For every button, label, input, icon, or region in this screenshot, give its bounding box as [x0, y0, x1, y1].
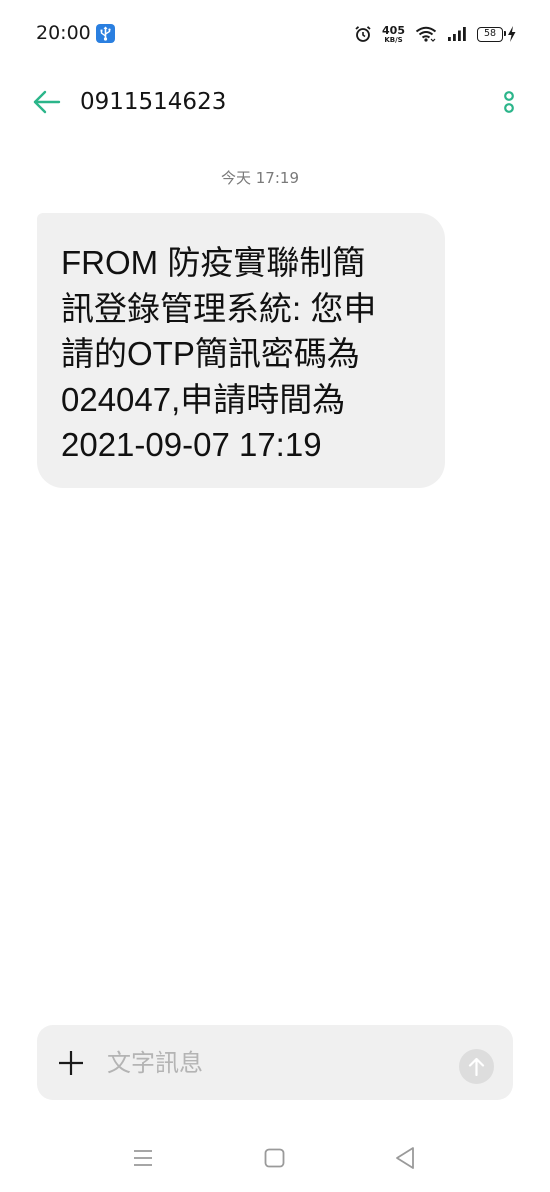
- more-options-button[interactable]: [498, 90, 520, 116]
- home-square-icon: [264, 1148, 285, 1168]
- navigation-bar: [0, 1140, 550, 1180]
- message-composer: [37, 1025, 513, 1100]
- cellular-signal-icon: [448, 27, 466, 41]
- status-time: 20:00: [36, 22, 91, 44]
- conversation-header: 0911514623: [0, 78, 550, 128]
- nav-menu-button[interactable]: [133, 1149, 153, 1171]
- back-triangle-icon: [396, 1147, 414, 1169]
- send-arrow-icon: [468, 1057, 485, 1076]
- incoming-message-bubble[interactable]: FROM 防疫實聯制簡 訊登錄管理系統: 您申 請的OTP簡訊密碼為 02404…: [37, 213, 445, 488]
- network-speed-unit: KB/S: [384, 35, 403, 44]
- nav-back-button[interactable]: [394, 1146, 416, 1174]
- message-timestamp: 今天 17:19: [221, 169, 299, 187]
- menu-icon: [134, 1150, 152, 1166]
- back-button[interactable]: [32, 89, 62, 115]
- more-options-icon: [504, 91, 514, 113]
- network-speed-value: 405: [382, 23, 405, 37]
- plus-icon: [59, 1051, 83, 1075]
- wifi-icon: [415, 26, 437, 42]
- add-attachment-button[interactable]: [58, 1050, 84, 1076]
- usb-icon: [96, 24, 115, 43]
- send-button[interactable]: [459, 1049, 494, 1084]
- message-text: FROM 防疫實聯制簡 訊登錄管理系統: 您申 請的OTP簡訊密碼為 02404…: [61, 244, 377, 463]
- nav-home-button[interactable]: [264, 1148, 285, 1172]
- back-arrow-icon: [33, 90, 61, 114]
- status-icons: 405 KB/S 58: [354, 21, 516, 47]
- network-speed: 405 KB/S: [382, 25, 405, 44]
- charging-bolt-icon: [508, 26, 516, 42]
- contact-number: 0911514623: [80, 89, 227, 115]
- message-input[interactable]: [107, 1043, 437, 1083]
- alarm-clock-icon: [355, 26, 371, 42]
- status-bar: 20:00 405 KB/S 58: [0, 0, 550, 66]
- battery-icon: 58: [477, 26, 506, 42]
